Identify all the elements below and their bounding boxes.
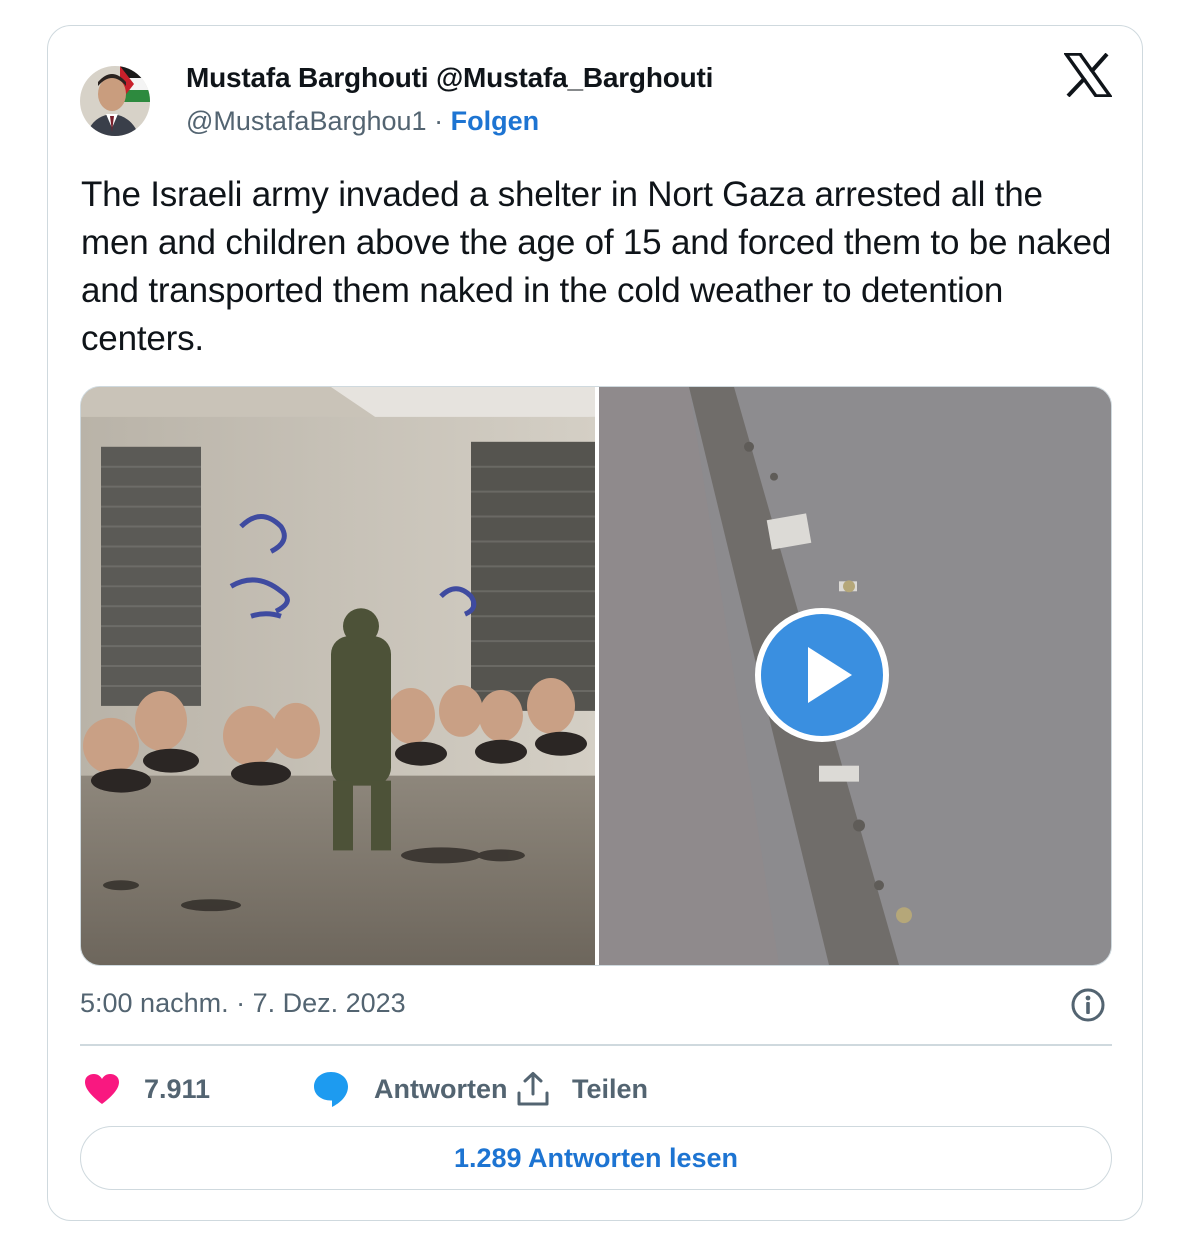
follow-button[interactable]: Folgen xyxy=(451,106,540,136)
like-button[interactable]: 7.911 xyxy=(84,1066,210,1112)
media-photo-detainees[interactable] xyxy=(81,387,595,965)
tweet-timestamp[interactable]: 5:00 nachm. · 7. Dez. 2023 xyxy=(80,988,406,1019)
share-label: Teilen xyxy=(572,1073,649,1104)
divider-line xyxy=(80,1044,1112,1046)
share-button[interactable]: Teilen xyxy=(516,1066,648,1112)
author-display-name[interactable]: Mustafa Barghouti @Mustafa_Barghouti xyxy=(186,62,713,94)
action-bar: 7.911 Antworten Teilen xyxy=(80,1066,1112,1112)
read-replies-button[interactable]: 1.289 Antworten lesen xyxy=(80,1126,1112,1190)
tweet-text: The Israeli army invaded a shelter in No… xyxy=(81,175,1112,358)
like-count: 7.911 xyxy=(144,1073,211,1104)
reply-label: Antworten xyxy=(374,1073,508,1104)
x-logo-icon[interactable] xyxy=(1064,53,1112,97)
avatar[interactable] xyxy=(80,56,150,146)
tweet-card: Mustafa Barghouti @Mustafa_Barghouti @Mu… xyxy=(47,25,1143,1221)
speech-bubble-icon xyxy=(314,1072,348,1107)
tweet-media[interactable] xyxy=(80,386,1112,966)
share-upload-icon xyxy=(517,1072,549,1106)
play-icon[interactable] xyxy=(754,607,890,743)
author-handle[interactable]: @MustafaBarghou1 xyxy=(186,106,427,136)
avatar-image xyxy=(80,66,150,136)
reply-button[interactable]: Antworten xyxy=(312,1066,507,1112)
author-handle-line: @MustafaBarghou1 · Folgen xyxy=(186,106,539,137)
info-icon[interactable] xyxy=(1070,987,1106,1023)
handle-separator: · xyxy=(434,106,444,136)
heart-icon xyxy=(85,1074,119,1104)
